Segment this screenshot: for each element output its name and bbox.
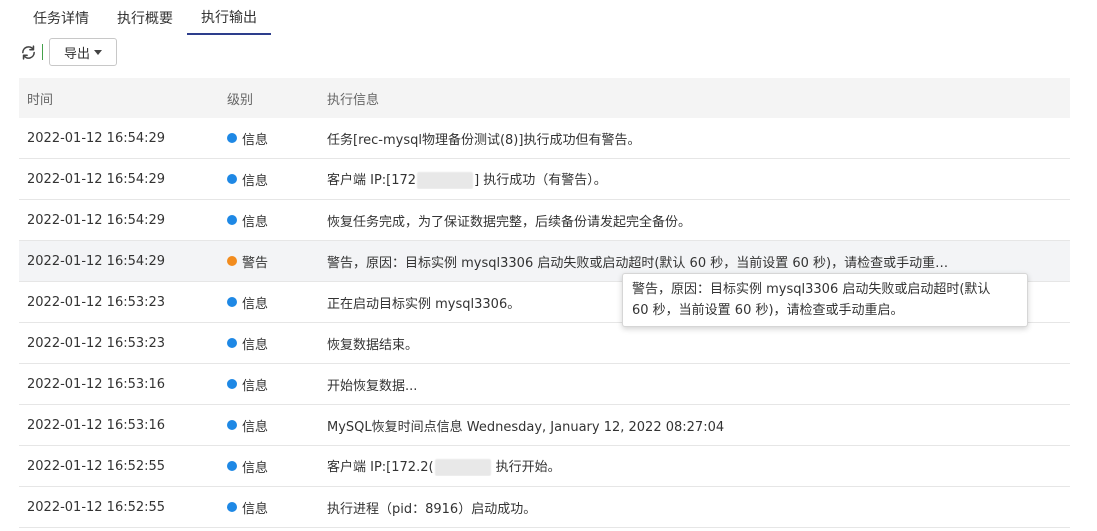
row-time: 2022-01-12 16:54:29 xyxy=(27,130,166,146)
table-row: 2022-01-12 16:53:16 信息 MySQL恢复时间点信息 Wedn… xyxy=(19,405,1070,446)
row-level: 信息 xyxy=(242,419,269,435)
tab-task-details[interactable]: 任务详情 xyxy=(19,0,103,35)
row-time: 2022-01-12 16:54:29 xyxy=(27,253,166,269)
info-dot-icon xyxy=(227,338,237,348)
info-dot-icon xyxy=(227,461,237,471)
row-message: 执行进程（pid：8916）启动成功。 xyxy=(327,501,537,517)
row-time: 2022-01-12 16:53:23 xyxy=(27,294,166,310)
refresh-icon[interactable] xyxy=(19,43,37,61)
row-message: 开始恢复数据... xyxy=(327,378,418,394)
table-row: 2022-01-12 16:52:55 信息 客户端 IP:[172.2( 执行… xyxy=(19,446,1070,487)
row-level: 信息 xyxy=(242,296,269,312)
message-tooltip: 警告，原因：目标实例 mysql3306 启动失败或启动超时(默认 60 秒，当… xyxy=(622,273,1028,327)
info-dot-icon xyxy=(227,215,237,225)
row-level: 信息 xyxy=(242,460,269,476)
redacted-ip xyxy=(434,459,491,476)
export-button[interactable]: 导出 xyxy=(49,38,118,66)
row-time: 2022-01-12 16:53:16 xyxy=(27,376,166,392)
row-time: 2022-01-12 16:54:29 xyxy=(27,212,166,228)
toolbar: 导出 xyxy=(19,38,118,66)
table-row: 2022-01-12 16:52:55 信息 执行进程（pid：8916）启动成… xyxy=(19,487,1070,528)
row-level: 信息 xyxy=(242,501,269,517)
row-level: 信息 xyxy=(242,378,269,394)
row-message: 客户端 IP:[172] 执行成功（有警告）。 xyxy=(327,172,607,189)
row-message: MySQL恢复时间点信息 Wednesday, January 12, 2022… xyxy=(327,419,725,435)
table-row: 2022-01-12 16:53:16 信息 开始恢复数据... xyxy=(19,364,1070,405)
info-dot-icon xyxy=(227,174,237,184)
export-label: 导出 xyxy=(64,46,91,62)
table-row: 2022-01-12 16:53:23 信息 恢复数据结束。 xyxy=(19,323,1070,364)
header-message: 执行信息 xyxy=(327,92,380,108)
header-level: 级别 xyxy=(227,92,254,108)
row-level: 信息 xyxy=(242,214,269,230)
header-time: 时间 xyxy=(27,92,54,108)
row-message: 任务[rec-mysql物理备份测试(8)]执行成功但有警告。 xyxy=(327,132,641,148)
warning-dot-icon xyxy=(227,256,237,266)
tab-execution-summary[interactable]: 执行概要 xyxy=(103,0,187,35)
row-level: 警告 xyxy=(242,255,269,271)
info-dot-icon xyxy=(227,420,237,430)
table-row: 2022-01-12 16:54:29 信息 客户端 IP:[172] 执行成功… xyxy=(19,159,1070,200)
info-dot-icon xyxy=(227,297,237,307)
row-time: 2022-01-12 16:52:55 xyxy=(27,499,166,515)
row-time: 2022-01-12 16:54:29 xyxy=(27,171,166,187)
row-message: 恢复任务完成，为了保证数据完整，后续备份请发起完全备份。 xyxy=(327,214,692,230)
row-level: 信息 xyxy=(242,132,269,148)
row-time: 2022-01-12 16:52:55 xyxy=(27,458,166,474)
row-time: 2022-01-12 16:53:16 xyxy=(27,417,166,433)
info-dot-icon xyxy=(227,379,237,389)
toolbar-divider xyxy=(42,44,43,60)
table-row: 2022-01-12 16:54:29 信息 恢复任务完成，为了保证数据完整，后… xyxy=(19,200,1070,241)
tab-bar: 任务详情 执行概要 执行输出 xyxy=(19,0,271,36)
row-level: 信息 xyxy=(242,337,269,353)
table-header: 时间 级别 执行信息 xyxy=(19,78,1070,118)
tab-execution-output[interactable]: 执行输出 xyxy=(187,0,271,35)
tooltip-line-1: 警告，原因：目标实例 mysql3306 启动失败或启动超时(默认 xyxy=(632,282,991,297)
row-message[interactable]: 警告，原因：目标实例 mysql3306 启动失败或启动超时(默认 60 秒，当… xyxy=(319,252,1070,271)
caret-down-icon xyxy=(94,50,103,55)
row-level: 信息 xyxy=(242,173,269,189)
info-dot-icon xyxy=(227,133,237,143)
redacted-ip xyxy=(417,172,474,189)
info-dot-icon xyxy=(227,502,237,512)
row-message: 恢复数据结束。 xyxy=(327,337,419,353)
row-time: 2022-01-12 16:53:23 xyxy=(27,335,166,351)
tooltip-line-2: 60 秒，当前设置 60 秒)，请检查或手动重启。 xyxy=(632,303,904,318)
row-message: 客户端 IP:[172.2( 执行开始。 xyxy=(327,459,561,476)
table-row: 2022-01-12 16:54:29 信息 任务[rec-mysql物理备份测… xyxy=(19,118,1070,159)
